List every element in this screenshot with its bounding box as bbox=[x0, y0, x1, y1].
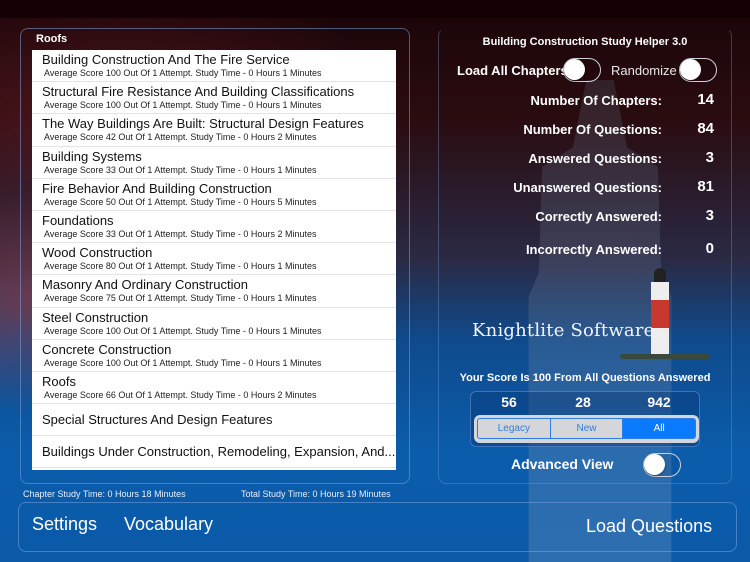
chapter-title: Fire Behavior And Building Construction bbox=[42, 180, 272, 196]
chapter-study-time: Chapter Study Time: 0 Hours 18 Minutes bbox=[23, 489, 186, 499]
load-all-chapters-label: Load All Chapters bbox=[457, 63, 568, 78]
total-study-time: Total Study Time: 0 Hours 19 Minutes bbox=[241, 489, 391, 499]
chapter-list-item[interactable]: Structural Fire Resistance And Building … bbox=[32, 82, 396, 115]
stat-value-answered: 3 bbox=[705, 149, 714, 166]
chapter-list-item[interactable]: Foundations Average Score 33 Out Of 1 Att… bbox=[32, 211, 396, 244]
chapter-detail: Average Score 100 Out Of 1 Attempt. Stud… bbox=[44, 68, 322, 78]
chapter-detail: Average Score 33 Out Of 1 Attempt. Study… bbox=[44, 164, 317, 175]
stat-label-answered: Answered Questions: bbox=[528, 151, 662, 166]
chapter-list[interactable]: Building Construction And The Fire Servi… bbox=[32, 50, 396, 470]
chapter-list-item[interactable]: Building Systems Average Score 33 Out Of … bbox=[32, 147, 396, 179]
chapter-list-item[interactable]: Building Construction And The Fire Servi… bbox=[32, 50, 396, 83]
count-legacy: 56 bbox=[501, 394, 517, 410]
stat-value-questions: 84 bbox=[697, 120, 714, 137]
load-questions-button[interactable]: Load Questions bbox=[586, 516, 712, 537]
chapter-title: Special Structures And Design Features bbox=[42, 411, 273, 427]
score-message: Your Score Is 100 From All Questions Ans… bbox=[459, 372, 711, 384]
randomize-label: Randomize bbox=[611, 63, 677, 78]
toggle-knob bbox=[680, 59, 701, 80]
chapter-title: Building Construction And The Fire Servi… bbox=[42, 52, 290, 67]
chapter-title: Structural Fire Resistance And Building … bbox=[42, 84, 355, 100]
stat-label-questions: Number Of Questions: bbox=[523, 122, 662, 137]
app-title: Building Construction Study Helper 3.0 bbox=[482, 36, 688, 48]
chapter-detail: Average Score 75 Out Of 1 Attempt. Study… bbox=[44, 293, 317, 304]
chapter-detail: Average Score 100 Out Of 1 Attempt. Stud… bbox=[44, 325, 322, 336]
chapter-detail: Average Score 100 Out Of 1 Attempt. Stud… bbox=[44, 357, 322, 368]
stat-value-chapters: 14 bbox=[697, 91, 714, 108]
chapter-list-item[interactable]: Steel Construction Average Score 100 Out … bbox=[32, 308, 396, 340]
segment-legacy[interactable]: Legacy bbox=[478, 419, 551, 438]
chapter-title: Foundations bbox=[42, 212, 114, 228]
chapter-detail: Average Score 50 Out Of 1 Attempt. Study… bbox=[44, 196, 317, 207]
chapter-title: Buildings Under Construction, Remodeling… bbox=[42, 443, 396, 459]
stat-label-correct: Correctly Answered: bbox=[535, 209, 662, 224]
settings-button[interactable]: Settings bbox=[32, 514, 97, 535]
chapter-detail: Average Score 66 Out Of 1 Attempt. Study… bbox=[44, 389, 317, 400]
chapter-title: The Way Buildings Are Built: Structural … bbox=[42, 116, 364, 132]
chapter-list-item[interactable]: Roofs Average Score 66 Out Of 1 Attempt. … bbox=[32, 372, 396, 405]
chapter-list-item[interactable]: Masonry And Ordinary Construction Average… bbox=[32, 275, 396, 308]
question-set-segmented-control: Legacy New All bbox=[474, 415, 699, 443]
chapter-title: Steel Construction bbox=[42, 309, 149, 325]
chapter-list-item[interactable]: Wood Construction Average Score 80 Out Of… bbox=[32, 243, 396, 276]
segment-new[interactable]: New bbox=[551, 419, 624, 438]
toggle-knob bbox=[644, 454, 665, 475]
stat-label-incorrect: Incorrectly Answered: bbox=[525, 242, 662, 257]
randomize-toggle[interactable] bbox=[679, 58, 717, 82]
status-bar bbox=[0, 0, 750, 18]
chapter-detail: Average Score 100 Out Of 1 Attempt. Stud… bbox=[44, 100, 322, 111]
advanced-view-toggle[interactable] bbox=[643, 453, 681, 477]
stat-value-incorrect: 0 bbox=[705, 240, 714, 257]
chapter-detail: Average Score 33 Out Of 1 Attempt. Study… bbox=[44, 228, 317, 239]
chapter-title: Roofs bbox=[42, 373, 76, 389]
advanced-view-label: Advanced View bbox=[511, 456, 614, 472]
stat-label-unanswered: Unanswered Questions: bbox=[513, 180, 662, 195]
chapter-detail: Average Score 80 Out Of 1 Attempt. Study… bbox=[44, 261, 317, 272]
chapter-detail: Average Score 42 Out Of 1 Attempt. Study… bbox=[44, 132, 317, 143]
lighthouse-logo-icon bbox=[620, 268, 710, 360]
stat-value-unanswered: 81 bbox=[697, 178, 714, 195]
stat-label-chapters: Number Of Chapters: bbox=[530, 93, 662, 108]
chapter-list-item[interactable]: Buildings Under Construction, Remodeling… bbox=[32, 436, 396, 469]
count-new: 28 bbox=[575, 394, 591, 410]
segment-all[interactable]: All bbox=[623, 419, 695, 438]
chapter-list-item[interactable]: Special Structures And Design Features bbox=[32, 404, 396, 437]
stat-value-correct: 3 bbox=[705, 207, 714, 224]
toggle-knob bbox=[564, 59, 585, 80]
chapter-list-item[interactable]: Fire Behavior And Building Construction A… bbox=[32, 179, 396, 211]
count-all: 942 bbox=[647, 394, 671, 410]
brand-logo: Knightlite Software bbox=[472, 320, 655, 341]
chapter-title: Wood Construction bbox=[42, 245, 153, 261]
chapter-list-item[interactable]: Concrete Construction Average Score 100 O… bbox=[32, 340, 396, 372]
chapter-title: Building Systems bbox=[42, 148, 142, 164]
chapter-title: Concrete Construction bbox=[42, 341, 172, 357]
vocabulary-button[interactable]: Vocabulary bbox=[124, 514, 213, 535]
selected-chapter-title: Roofs bbox=[36, 33, 68, 45]
chapter-title: Masonry And Ordinary Construction bbox=[42, 277, 248, 293]
chapter-list-item[interactable]: The Way Buildings Are Built: Structural … bbox=[32, 114, 396, 147]
load-all-chapters-toggle[interactable] bbox=[563, 58, 601, 82]
